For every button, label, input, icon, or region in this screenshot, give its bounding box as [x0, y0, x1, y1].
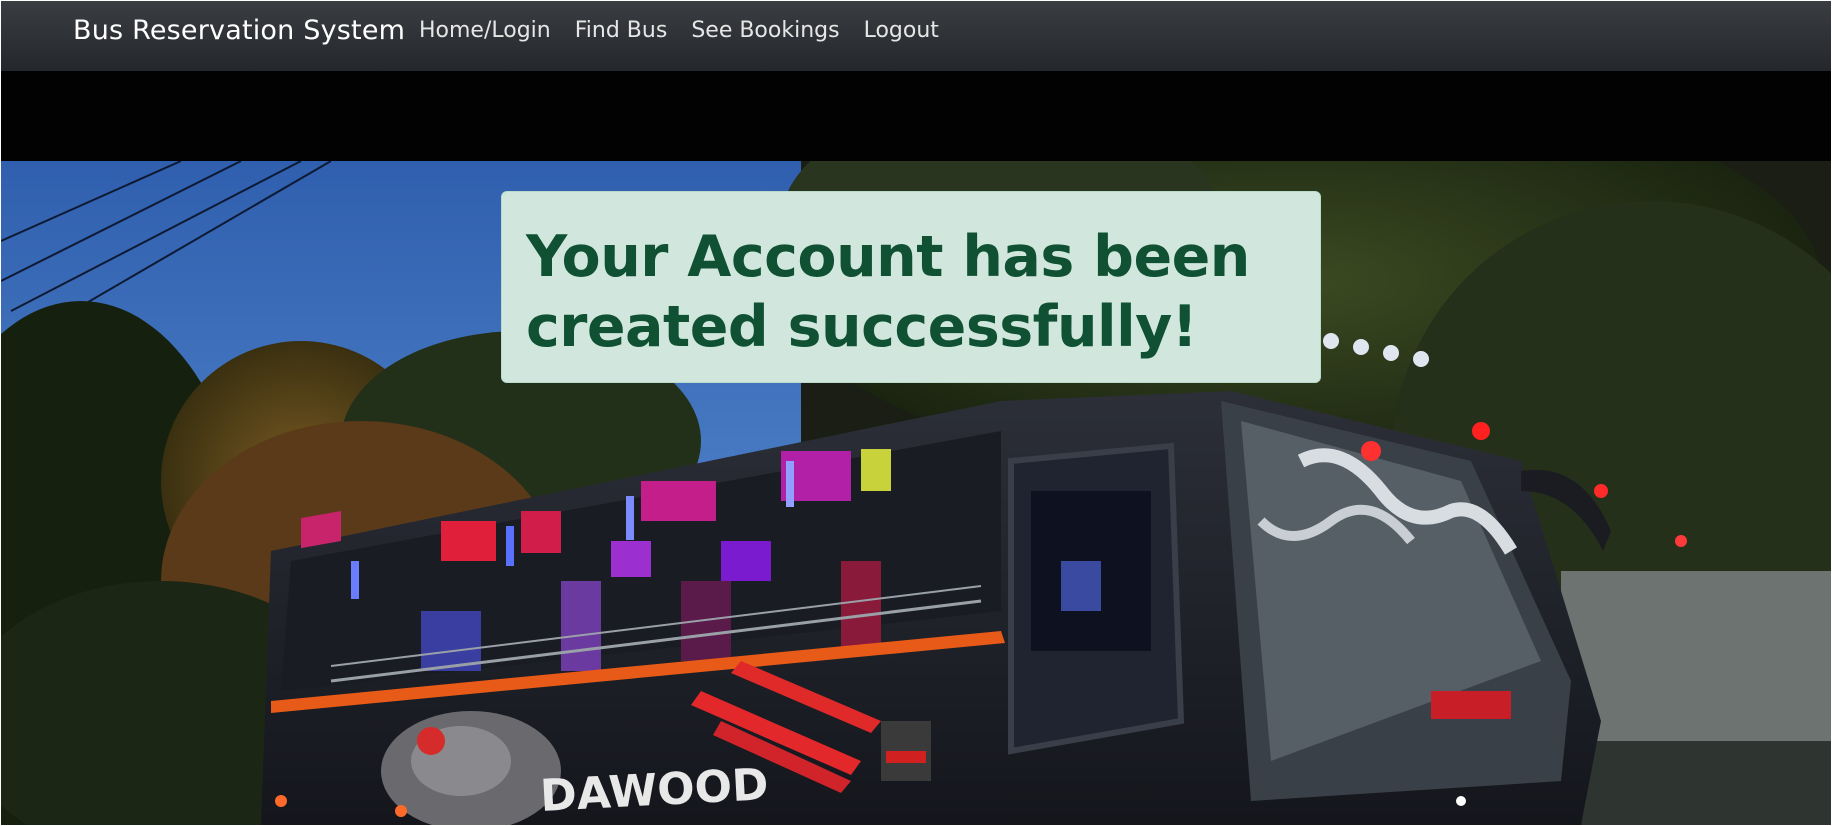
top-navbar: Bus Reservation System Home/Login Find B… [1, 1, 1831, 71]
nav-home-login[interactable]: Home/Login [419, 18, 551, 43]
alert-message: Your Account has been created successful… [526, 224, 1250, 360]
success-alert: Your Account has been created successful… [501, 191, 1321, 383]
header-spacer [1, 71, 1831, 161]
app-frame: Bus Reservation System Home/Login Find B… [1, 1, 1831, 825]
nav-see-bookings[interactable]: See Bookings [691, 18, 839, 43]
brand-link[interactable]: Bus Reservation System [73, 15, 405, 46]
nav-links: Home/Login Find Bus See Bookings Logout [419, 18, 963, 43]
nav-find-bus[interactable]: Find Bus [575, 18, 668, 43]
nav-logout[interactable]: Logout [864, 18, 939, 43]
